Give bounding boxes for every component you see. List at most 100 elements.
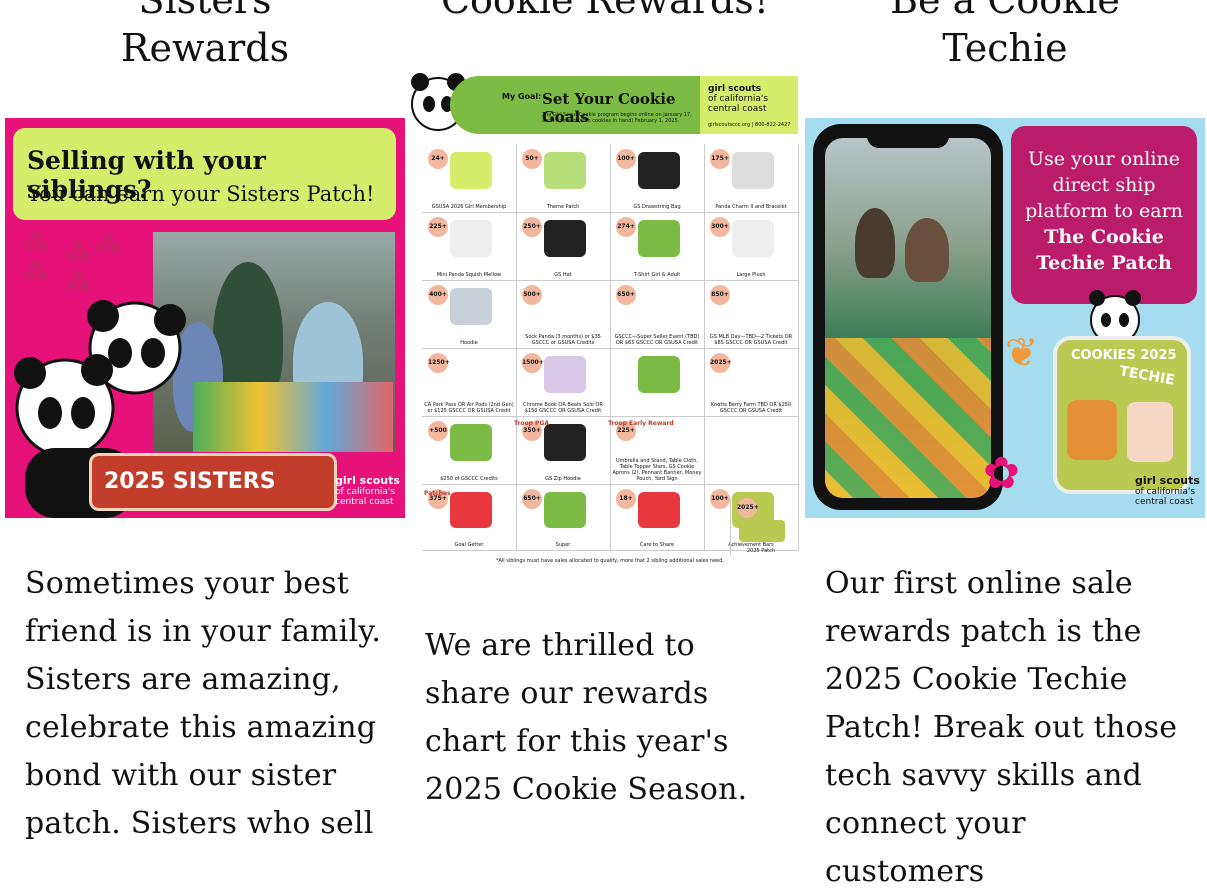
promo-banner: Selling with your siblings? You can earn… — [13, 128, 396, 220]
girl-figure — [905, 218, 949, 282]
reward-cell: 500+ Sock Panda (3 months) or $35 GSCCC o… — [516, 280, 611, 348]
column-sisters-rewards: Sisters Rewards Selling with your siblin… — [5, 0, 405, 846]
package-count-badge: 225+ — [428, 217, 448, 237]
reward-cell: 18+ Care to Share — [610, 484, 705, 550]
reward-cell — [704, 416, 799, 484]
reward-cell: 650+ Super — [516, 484, 611, 550]
reward-image — [450, 356, 493, 394]
package-count-badge: 274+ — [616, 217, 636, 237]
techie-callout-box: Use your online direct ship platform to … — [1011, 126, 1197, 304]
reward-name: Care to Share — [639, 542, 675, 548]
reward-image — [544, 356, 587, 394]
reward-name: Hoodie — [460, 340, 478, 346]
column-title: Sisters Rewards — [5, 0, 405, 72]
title-line: Techie — [942, 26, 1068, 70]
reward-cell: 2025+ Knotts Berry Farm TBD OR $250 GSCCC… — [704, 348, 799, 416]
sisters-description: Sometimes your best friend is in your fa… — [25, 566, 382, 841]
reward-image — [544, 288, 587, 326]
rewards-chart-image: My Goal: Set Your Cookie Goals The Girl … — [410, 68, 800, 573]
chart-subtitle: The Girl Scout Cookie program begins onl… — [542, 112, 692, 124]
reward-cell: 1250+ CA Park Pass OR Air Pods (2nd Gen) … — [422, 348, 517, 416]
rewards-row: 24+ GSUSA 2026 Girl Membership 50+ Theme Pa… — [422, 144, 799, 213]
reward-image — [450, 220, 493, 258]
reward-cell: +500 $250 of GSCCC Credits — [422, 416, 517, 484]
reward-name: GS Hat — [554, 272, 572, 278]
package-count-badge: 2025+ — [737, 498, 759, 518]
package-count-badge: 650+ — [522, 489, 542, 509]
package-count-badge: 18+ — [616, 489, 636, 509]
reward-image — [638, 424, 681, 462]
reward-image — [732, 152, 775, 190]
package-count-badge: 1500+ — [522, 353, 544, 373]
reward-image — [638, 492, 681, 529]
reward-image — [544, 220, 587, 258]
reward-name: GSCCC—Super Seller Event (TBD) OR $65 GS… — [614, 334, 700, 346]
package-count-badge: 100+ — [710, 489, 730, 509]
reward-cell: 400+ Hoodie — [422, 280, 517, 348]
reward-cell: 250+ GS Hat — [516, 212, 611, 280]
sisters-patch: 2025 SISTERS — [89, 453, 337, 511]
reward-cell: 1500+ Chrome Book OR Beats Solo OR $150 G… — [516, 348, 611, 416]
rewards-description: We are thrilled to share our rewards cha… — [425, 628, 748, 807]
title-line: Sisters — [138, 0, 272, 22]
title-line: Be a Cookie — [890, 0, 1120, 22]
package-count-badge: 850+ — [710, 285, 730, 305]
package-count-badge: 175+ — [710, 149, 730, 169]
reward-image — [732, 424, 775, 462]
column-title: Cookie Rewards! — [405, 0, 805, 24]
reward-image — [544, 152, 587, 190]
reward-image — [638, 220, 681, 258]
reward-cell: 175+ Panda Charm II and Bracelet — [704, 144, 799, 212]
reward-name: Large Plush — [736, 272, 766, 278]
reward-cell — [610, 348, 705, 416]
reward-cell: 50+ Theme Patch — [516, 144, 611, 212]
my-goal-label: My Goal: — [502, 92, 542, 101]
package-count-badge: +500 — [428, 421, 448, 441]
reward-image — [450, 492, 493, 529]
package-count-badge: 1250+ — [428, 353, 450, 373]
reward-image — [638, 356, 681, 394]
reward-name: Knotts Berry Farm TBD OR $250 GSCCC OR G… — [710, 402, 792, 414]
reward-name: GSUSA 2026 Girl Membership — [431, 204, 507, 210]
phone-frame — [813, 124, 1003, 510]
chart-footnote: *All siblings must have sales allocated … — [495, 558, 725, 564]
reward-cell: 2025+ 2025 Patch — [730, 498, 791, 556]
cookie-boxes — [193, 382, 393, 452]
patch-image — [739, 520, 785, 542]
rewards-row: 225+ Mini Panda Squish Mellow 250+ GS Hat 27… — [422, 212, 799, 281]
cookie-boxes — [825, 338, 991, 498]
reward-name: Mini Panda Squish Mellow — [436, 272, 502, 278]
reward-name: GS Drawstring Bag — [633, 204, 681, 210]
reward-name: Umbrella and Stand, Table Cloth, Table T… — [612, 458, 702, 482]
reward-name: Panda Charm II and Bracelet — [715, 204, 787, 210]
techie-patch-image: Use your online direct ship platform to … — [805, 118, 1205, 518]
package-count-badge: 300+ — [710, 217, 730, 237]
reward-cell: 274+ T-Shirt Girl & Adult — [610, 212, 705, 280]
reward-name: $250 of GSCCC Credits — [440, 476, 498, 482]
girl-scouts-logo: girl scouts of california's central coas… — [335, 474, 400, 507]
reward-image — [450, 288, 493, 326]
package-count-badge: 650+ — [616, 285, 636, 305]
phone-notch — [867, 130, 949, 148]
package-count-badge: 500+ — [522, 285, 542, 305]
goal-banner: My Goal: Set Your Cookie Goals The Girl … — [450, 76, 700, 134]
reward-name: Super — [555, 542, 571, 548]
reward-image — [638, 288, 681, 326]
butterfly-icon: ❦ — [1005, 330, 1039, 376]
reward-image — [732, 356, 775, 394]
reward-cell: 300+ Large Plush — [704, 212, 799, 280]
section-label-troop-early: Troop Early Reward — [608, 420, 674, 427]
reward-image — [450, 424, 493, 462]
reward-name: Chrome Book OR Beats Solo OR $150 GSCCC … — [523, 402, 603, 414]
column-title: Be a Cookie Techie — [805, 0, 1205, 72]
reward-image — [544, 424, 587, 462]
package-count-badge: 2025+ — [710, 353, 732, 373]
package-count-badge: 400+ — [428, 285, 448, 305]
title-line: Cookie Rewards! — [440, 0, 770, 22]
rewards-row: 400+ Hoodie 500+ Sock Panda (3 months) or $… — [422, 280, 799, 349]
cookie-image — [1067, 400, 1117, 460]
reward-name: GS MLB Day—TBD—2 Tickets OR $85 GSCCC OR… — [709, 334, 793, 346]
phone-patch-image — [1127, 402, 1173, 462]
reward-name: CA Park Pass OR Air Pods (2nd Gen) or $1… — [424, 402, 514, 414]
girl-figure — [855, 208, 895, 278]
